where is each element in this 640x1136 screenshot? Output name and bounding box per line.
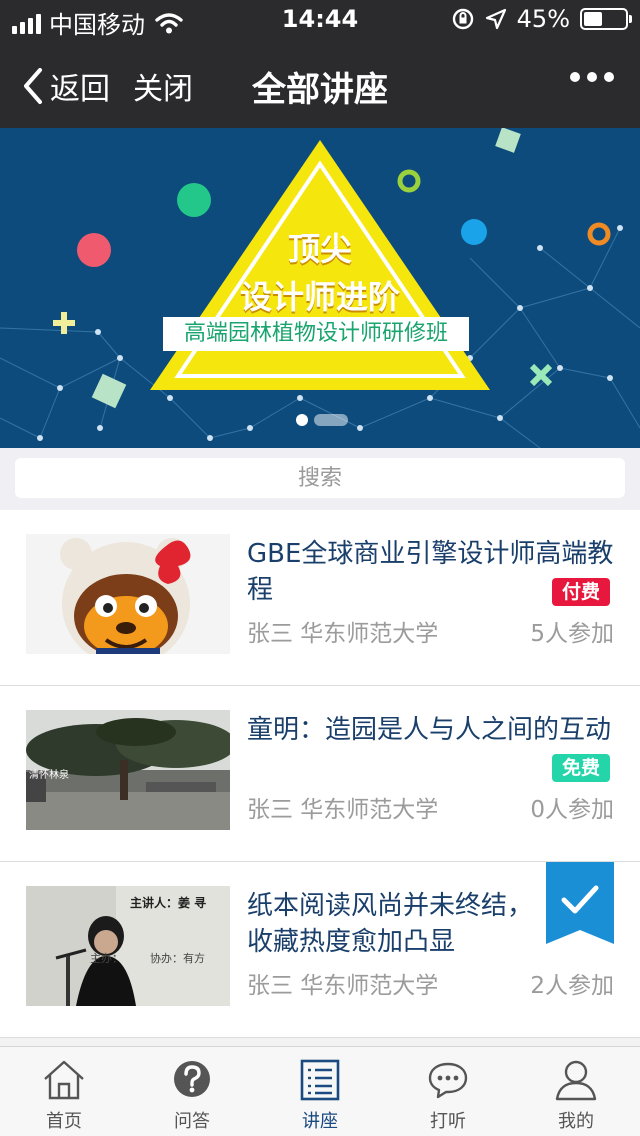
thumb-text-host: 主讲人：姜 寻: [130, 896, 207, 910]
tab-label: 讲座: [302, 1111, 338, 1132]
lecture-speaker: 张三 华东师范大学: [247, 621, 439, 647]
tab-home[interactable]: 首页: [0, 1047, 128, 1136]
promo-banner[interactable]: 顶尖 设计师进阶 高端园林植物设计师研修班: [0, 128, 640, 448]
lecture-speaker: 张三 华东师范大学: [247, 797, 439, 823]
page-title: 全部讲座: [252, 70, 388, 110]
tab-label: 打听: [430, 1111, 466, 1132]
thumb-text-coorganizer: 协办：有方: [150, 952, 205, 965]
status-bar: 中国移动 14:44 45%: [0, 0, 640, 40]
lecture-title: 纸本阅读风尚并未终结，收藏热度愈加凸显: [247, 891, 534, 957]
tab-label: 我的: [558, 1111, 594, 1132]
user-icon: [555, 1060, 597, 1101]
price-badge-free: 免费: [551, 754, 610, 782]
banner-headline-2: 设计师进阶: [239, 278, 400, 316]
thumb-text-organizer: 主办：: [90, 952, 123, 965]
more-dots-icon[interactable]: [570, 72, 614, 82]
location-icon: [485, 8, 506, 30]
tab-mine[interactable]: 我的: [512, 1047, 640, 1136]
participant-count: 0人参加: [530, 797, 614, 823]
thumb-caption: 清怀林泉: [29, 770, 69, 781]
tab-label: 首页: [46, 1111, 82, 1132]
rotation-lock-icon: [452, 8, 473, 30]
lecture-item[interactable]: GBE全球商业引擎设计师高端教程 付费 张三 华东师范大学 5人参加: [0, 510, 640, 686]
lecture-list-icon: [300, 1059, 340, 1101]
search-input[interactable]: [15, 458, 625, 498]
banner-headline-1: 顶尖: [287, 230, 352, 268]
battery-percent: 45%: [516, 5, 570, 33]
participant-count: 2人参加: [530, 973, 614, 999]
participant-count: 5人参加: [530, 621, 614, 647]
banner-subtitle: 高端园林植物设计师研修班: [163, 317, 469, 351]
tab-qa[interactable]: 问答: [128, 1047, 256, 1136]
lecture-title: 童明：造园是人与人之间的互动: [247, 715, 612, 745]
chat-bubble-icon: [428, 1062, 468, 1099]
home-icon: [44, 1060, 84, 1100]
navigation-bar: 返回 关闭 全部讲座: [0, 40, 640, 128]
question-icon: [174, 1061, 210, 1097]
carousel-dot-2[interactable]: [314, 414, 348, 426]
lecture-item[interactable]: 主讲人：姜 寻 主办： 协办：有方 纸本阅读风尚并未终结，收藏热度愈加凸显 张三…: [0, 862, 640, 1038]
lecture-item[interactable]: 清怀林泉 童明：造园是人与人之间的互动 免费 张三 华东师范大学 0人参加: [0, 686, 640, 862]
bookmark-check-icon[interactable]: [546, 862, 614, 944]
lecture-speaker: 张三 华东师范大学: [247, 973, 439, 999]
bottom-tab-bar: 首页 问答 讲座 打听 我的: [0, 1046, 640, 1136]
lecture-thumbnail-monkey: [26, 534, 230, 654]
price-badge-paid: 付费: [551, 578, 610, 606]
lecture-list: GBE全球商业引擎设计师高端教程 付费 张三 华东师范大学 5人参加 清怀林泉 …: [0, 510, 640, 1038]
lecture-thumbnail-speaker: 主讲人：姜 寻 主办： 协办：有方: [26, 886, 230, 1006]
tab-label: 问答: [174, 1111, 210, 1132]
battery-icon: [580, 8, 632, 30]
tab-inquire[interactable]: 打听: [384, 1047, 512, 1136]
carousel-dot-1[interactable]: [296, 414, 308, 426]
search-bar: [0, 448, 640, 510]
carousel-indicator: [296, 414, 348, 426]
tab-lectures[interactable]: 讲座: [256, 1047, 384, 1136]
lecture-thumbnail-garden: 清怀林泉: [26, 710, 230, 830]
